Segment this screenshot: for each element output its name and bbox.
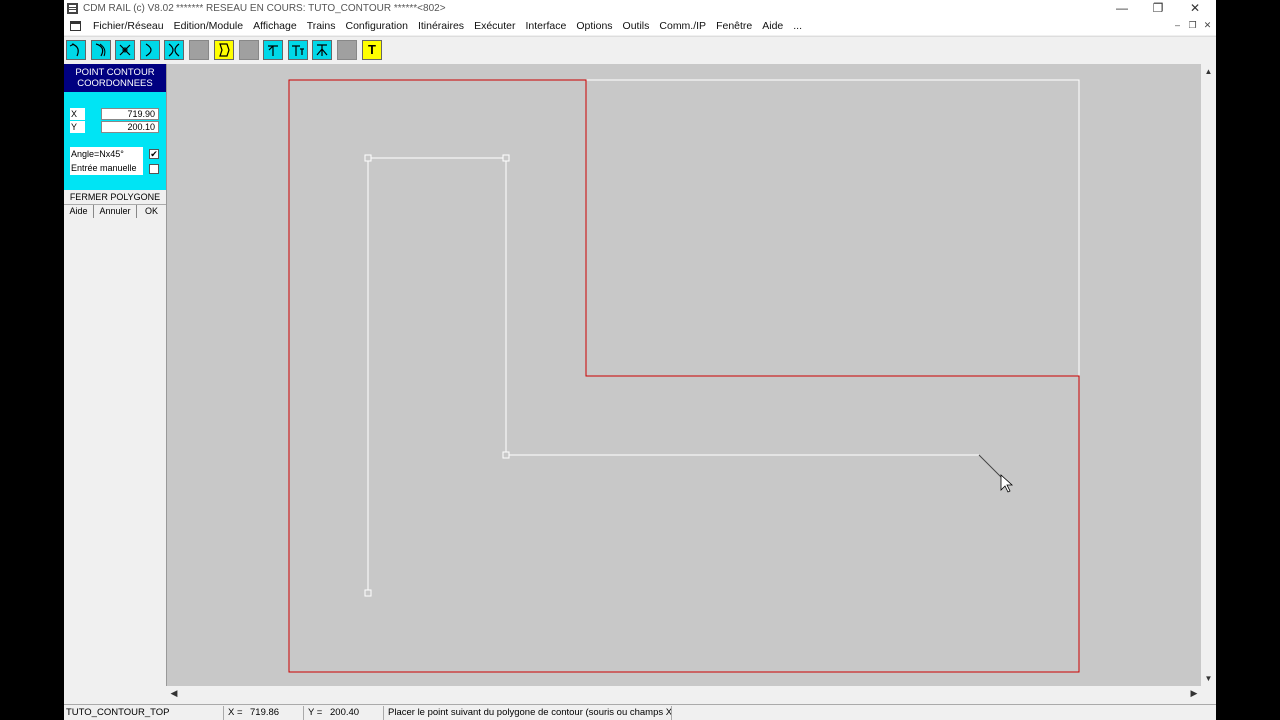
y-coordinate-input[interactable]: 200.10 xyxy=(101,121,159,133)
title-bar[interactable]: CDM RAIL (c) V8.02 ******* RESEAU EN COU… xyxy=(64,0,1216,18)
mdi-minimize-icon[interactable]: – xyxy=(1171,19,1184,32)
minimize-icon[interactable]: — xyxy=(1104,0,1140,18)
curve-track-icon xyxy=(69,43,79,57)
cancel-button[interactable]: Annuler xyxy=(94,205,137,218)
status-bar: TUTO_CONTOUR_TOP X = 719.86 Y = 200.40 P… xyxy=(64,704,1216,720)
canvas-drawing xyxy=(288,79,1080,673)
text-tool-icon: T xyxy=(368,42,376,57)
scroll-up-icon[interactable]: ▲ xyxy=(1201,65,1216,79)
menu-fichier-reseau[interactable]: Fichier/Réseau xyxy=(88,20,169,32)
tool-curve-track-button[interactable] xyxy=(66,40,86,60)
menu-trains[interactable]: Trains xyxy=(302,20,341,32)
status-x-label: X = xyxy=(228,707,243,718)
menu-interface[interactable]: Interface xyxy=(521,20,572,32)
status-message: Placer le point suivant du polygone de c… xyxy=(388,706,672,720)
vertical-scrollbar[interactable]: ▲ ▼ xyxy=(1201,64,1216,686)
mdi-buttons: – ❐ ✕ xyxy=(1171,19,1214,32)
crossing-icon xyxy=(168,43,180,57)
tool-double-curve-button[interactable] xyxy=(91,40,111,60)
tool-text-button[interactable]: T xyxy=(362,40,382,60)
angle-checkbox[interactable]: ✔ xyxy=(149,149,159,159)
signal-icon xyxy=(268,45,278,56)
menu-outils[interactable]: Outils xyxy=(618,20,655,32)
mouse-cursor-icon xyxy=(1000,474,1014,493)
status-x-value: 719.86 xyxy=(248,706,304,720)
status-y-label: Y = xyxy=(308,707,323,718)
detector-icon xyxy=(316,44,328,56)
x-coordinate-input[interactable]: 719.90 xyxy=(101,108,159,120)
close-polygon-button[interactable]: FERMER POLYGONE xyxy=(64,191,166,205)
mdi-close-icon[interactable]: ✕ xyxy=(1201,19,1214,32)
panel-title: POINT CONTOUR COORDONNEES xyxy=(64,64,166,92)
vertex-handle[interactable] xyxy=(364,589,372,597)
drawing-canvas[interactable] xyxy=(167,64,1201,686)
menu-aide[interactable]: Aide xyxy=(757,20,788,32)
mdi-restore-icon[interactable]: ❐ xyxy=(1186,19,1199,32)
tool-turnout-button[interactable] xyxy=(115,40,135,60)
rubber-band-line xyxy=(978,454,1002,478)
status-network-name: TUTO_CONTOUR_TOP xyxy=(64,706,224,720)
app-icon xyxy=(67,3,78,14)
menu-bar: Fichier/Réseau Edition/Module Affichage … xyxy=(64,18,1216,35)
menu-fenetre[interactable]: Fenêtre xyxy=(711,20,757,32)
menu-more[interactable]: ... xyxy=(788,20,807,32)
coordinates-section: X 719.90 Y 200.10 Angle=Nx45° ✔ Entrée m… xyxy=(64,92,166,190)
app-window: CDM RAIL (c) V8.02 ******* RESEAU EN COU… xyxy=(64,0,1216,720)
panel-title-line1: POINT CONTOUR xyxy=(75,67,155,78)
tool-crossing-button[interactable] xyxy=(164,40,184,60)
scroll-left-icon[interactable]: ◀ xyxy=(167,686,181,701)
scroll-right-icon[interactable]: ▶ xyxy=(1187,686,1201,701)
vertex-handle[interactable] xyxy=(502,154,510,162)
angle-label: Angle=Nx45° xyxy=(70,147,143,161)
tool-arc-button[interactable] xyxy=(140,40,160,60)
tool-disabled-2[interactable] xyxy=(239,40,259,60)
document-title: ******* RESEAU EN COURS: TUTO_CONTOUR **… xyxy=(176,3,446,14)
menu-comm-ip[interactable]: Comm./IP xyxy=(654,20,711,32)
y-label: Y xyxy=(70,121,85,133)
menu-affichage[interactable]: Affichage xyxy=(248,20,302,32)
tool-contour-button[interactable] xyxy=(214,40,234,60)
menu-items: Fichier/Réseau Edition/Module Affichage … xyxy=(88,20,807,32)
toolbar: T xyxy=(64,36,1216,65)
white-contour-segment xyxy=(586,79,1080,376)
app-title: CDM RAIL (c) V8.02 xyxy=(83,3,174,14)
status-y-value: 200.40 xyxy=(328,706,384,720)
menu-edition-module[interactable]: Edition/Module xyxy=(169,20,248,32)
menu-options[interactable]: Options xyxy=(571,20,617,32)
tool-signal-button[interactable] xyxy=(263,40,283,60)
arc-icon xyxy=(145,43,152,57)
manual-entry-checkbox[interactable] xyxy=(149,164,159,174)
double-curve-icon xyxy=(95,43,106,57)
red-contour-polygon xyxy=(288,79,1080,673)
menu-itineraires[interactable]: Itinéraires xyxy=(413,20,469,32)
turnout-icon xyxy=(119,44,131,56)
scroll-down-icon[interactable]: ▼ xyxy=(1201,672,1216,686)
contour-icon xyxy=(219,43,230,57)
tool-disabled-3[interactable] xyxy=(337,40,357,60)
help-button[interactable]: Aide xyxy=(64,205,94,218)
tool-disabled-1[interactable] xyxy=(189,40,209,60)
menu-executer[interactable]: Exécuter xyxy=(469,20,520,32)
restore-icon[interactable]: ❐ xyxy=(1140,0,1176,18)
tool-detector-button[interactable] xyxy=(312,40,332,60)
x-label: X xyxy=(70,108,85,120)
ok-button[interactable]: OK xyxy=(137,205,166,218)
manual-entry-label: Entrée manuelle xyxy=(70,161,143,175)
menu-configuration[interactable]: Configuration xyxy=(340,20,412,32)
tool-signal-text-button[interactable] xyxy=(288,40,308,60)
document-icon[interactable] xyxy=(70,21,81,31)
close-icon[interactable]: ✕ xyxy=(1177,0,1213,18)
vertex-handle[interactable] xyxy=(502,451,510,459)
panel-title-line2: COORDONNEES xyxy=(77,78,153,89)
signal-text-icon xyxy=(292,45,304,56)
horizontal-scrollbar[interactable]: ◀ ▶ xyxy=(167,686,1201,701)
contour-point-panel: POINT CONTOUR COORDONNEES X 719.90 Y 200… xyxy=(64,64,167,686)
vertex-handle[interactable] xyxy=(364,154,372,162)
